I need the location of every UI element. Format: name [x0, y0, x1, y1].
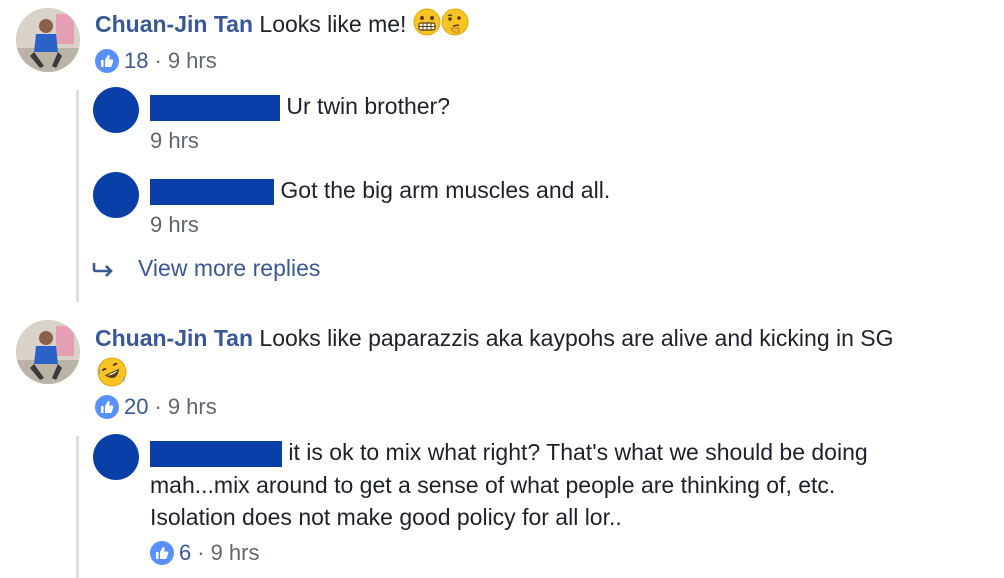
- view-more-replies-label[interactable]: View more replies: [138, 255, 320, 282]
- comment-text: Looks like me!: [259, 11, 407, 38]
- reply-avatar[interactable]: [93, 87, 139, 133]
- reply-avatar[interactable]: [93, 172, 139, 218]
- reply-thread-line: [76, 436, 79, 578]
- view-more-replies-link[interactable]: View more replies: [92, 255, 320, 282]
- like-count[interactable]: 18: [124, 48, 148, 74]
- reply-timestamp[interactable]: 9 hrs: [150, 212, 199, 238]
- reply-avatar[interactable]: [93, 434, 139, 480]
- like-count[interactable]: 20: [124, 394, 148, 420]
- commenter-avatar[interactable]: [16, 320, 80, 384]
- like-reaction-icon[interactable]: [95, 49, 119, 73]
- reply-text: Ur twin brother?: [286, 93, 451, 119]
- reply-text: Got the big arm muscles and all.: [280, 177, 611, 203]
- comment-timestamp[interactable]: 9 hrs: [168, 48, 217, 74]
- meta-separator: ·: [197, 540, 205, 565]
- like-reaction-icon[interactable]: [95, 395, 119, 419]
- comment-text: Looks like paparazzis aka kaypohs are al…: [259, 325, 894, 351]
- reply-text-line: Isolation does not make good policy for …: [150, 504, 622, 530]
- reply-text-line: it is ok to mix what right? That's what …: [288, 439, 868, 465]
- like-reaction-icon[interactable]: [150, 541, 174, 565]
- meta-separator: ·: [154, 48, 162, 73]
- redacted-author-name: [150, 440, 282, 467]
- thinking-face-icon: [441, 8, 469, 44]
- comment-author-link[interactable]: Chuan-Jin Tan: [95, 11, 253, 37]
- like-count[interactable]: 6: [179, 540, 191, 566]
- meta-separator: ·: [154, 394, 162, 419]
- grimacing-face-icon: [413, 8, 441, 44]
- rolling-on-floor-laughing-icon: [96, 356, 128, 393]
- reply-timestamp[interactable]: 9 hrs: [150, 128, 199, 154]
- redacted-author-name: [150, 94, 280, 121]
- reply-timestamp[interactable]: 9 hrs: [211, 540, 260, 566]
- reply-arrow-icon: [92, 261, 116, 277]
- comment-author-link[interactable]: Chuan-Jin Tan: [95, 325, 253, 351]
- comment-timestamp[interactable]: 9 hrs: [168, 394, 217, 420]
- commenter-avatar[interactable]: [16, 8, 80, 72]
- reply-text-line: mah...mix around to get a sense of what …: [150, 472, 836, 498]
- reply-thread-line: [76, 90, 79, 302]
- redacted-author-name: [150, 178, 274, 205]
